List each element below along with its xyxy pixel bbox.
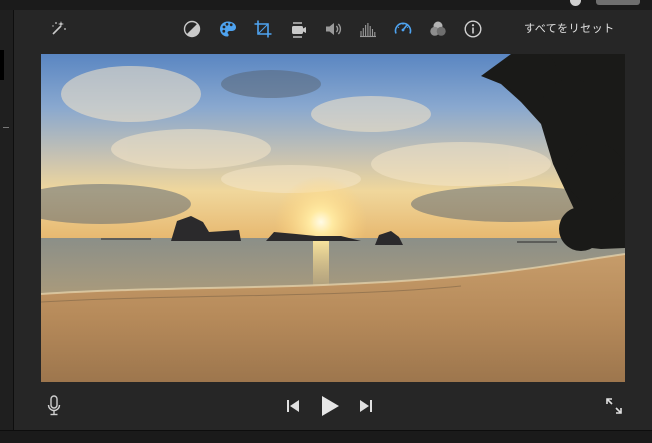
color-balance-icon	[183, 20, 201, 38]
window-bottom-strip	[0, 430, 652, 443]
play-icon	[322, 396, 339, 416]
skip-forward-button[interactable]	[359, 398, 373, 414]
speed-button[interactable]	[392, 18, 414, 40]
crop-icon	[254, 20, 272, 38]
auto-enhance-button[interactable]	[47, 18, 69, 40]
clip-filter-button[interactable]	[427, 18, 449, 40]
skip-back-icon	[287, 400, 299, 412]
noise-reduction-button[interactable]	[357, 18, 379, 40]
adjustments-toolbar: すべてをリセット	[14, 10, 652, 48]
video-viewer[interactable]	[41, 54, 625, 382]
volume-icon	[326, 23, 342, 35]
clip-filter-icon	[430, 21, 446, 36]
clip-info-button[interactable]	[462, 18, 484, 40]
info-icon	[464, 20, 482, 38]
stabilization-icon	[292, 22, 306, 38]
reset-all-button[interactable]: すべてをリセット	[524, 20, 615, 36]
color-correction-icon	[220, 21, 236, 37]
volume-button[interactable]	[322, 18, 344, 40]
fullscreen-button[interactable]	[603, 395, 625, 417]
color-balance-button[interactable]	[181, 18, 203, 40]
window-top-strip	[0, 0, 652, 10]
left-pane-tick	[3, 127, 9, 128]
speed-icon	[394, 22, 412, 34]
skip-back-button[interactable]	[286, 398, 300, 414]
crop-button[interactable]	[252, 18, 274, 40]
noise-reduction-icon	[360, 23, 376, 38]
voiceover-button[interactable]	[46, 394, 62, 418]
top-pill-button[interactable]	[596, 0, 640, 5]
play-button[interactable]	[319, 394, 341, 418]
left-pane	[0, 10, 14, 430]
color-correction-button[interactable]	[217, 18, 239, 40]
playback-controls	[14, 390, 652, 426]
fullscreen-icon	[606, 398, 622, 414]
sunset-beach-frame	[41, 54, 625, 382]
top-toggle-knob[interactable]	[570, 0, 581, 6]
skip-forward-icon	[360, 400, 372, 412]
auto-enhance-icon	[52, 21, 66, 35]
microphone-icon	[47, 395, 61, 416]
stabilization-button[interactable]	[287, 18, 309, 40]
left-pane-marker	[0, 50, 4, 80]
